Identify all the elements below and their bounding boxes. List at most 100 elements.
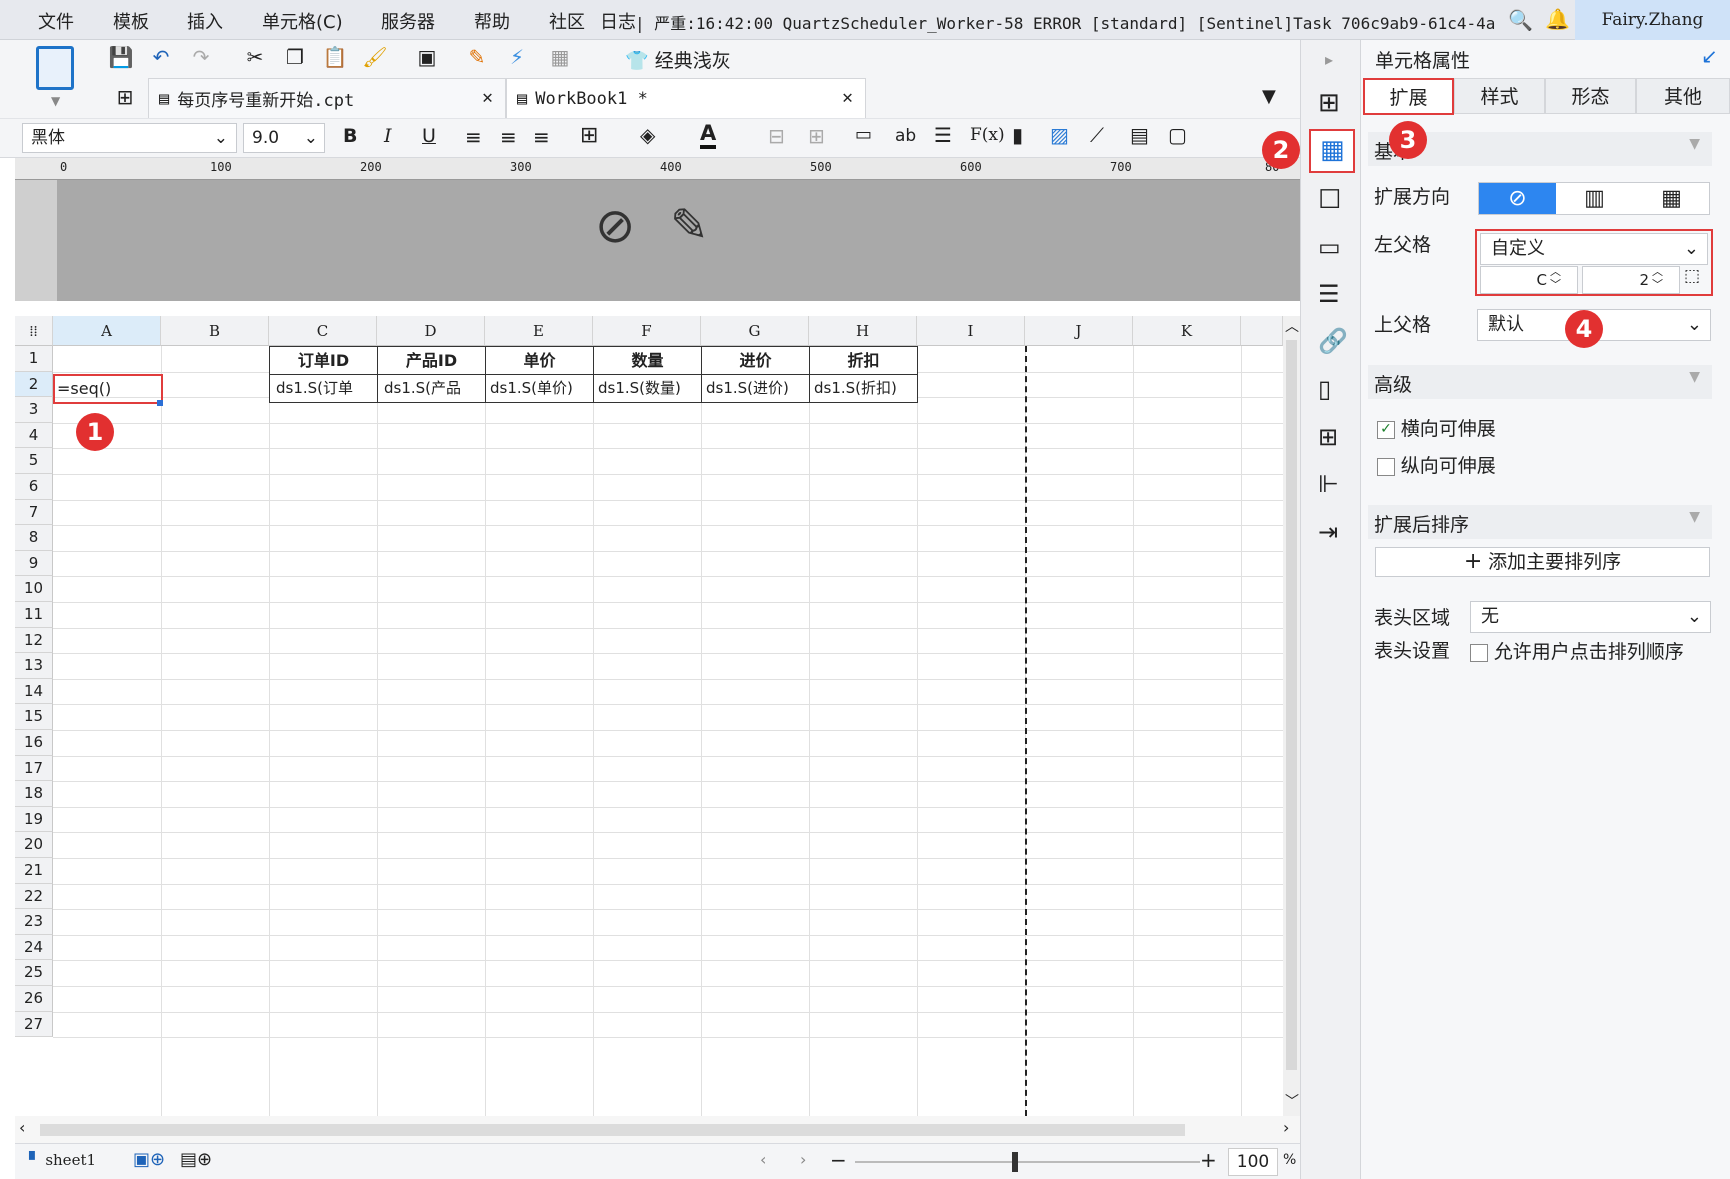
formula-icon[interactable]: F(x) [970, 125, 1005, 145]
row-header[interactable]: 11 [15, 602, 53, 628]
zoom-slider[interactable] [855, 1161, 1200, 1163]
tab-expand[interactable]: 扩展 [1363, 78, 1454, 115]
close-icon[interactable]: ✕ [482, 87, 493, 108]
menu-file[interactable]: 文件 [38, 8, 74, 34]
h-extend-checkbox[interactable]: ✓ 横向可伸展 [1377, 414, 1496, 441]
cell-e1[interactable]: 单价 [485, 346, 594, 375]
row-header[interactable]: 9 [15, 550, 53, 577]
column-header[interactable]: B [161, 316, 269, 346]
checkbox[interactable] [1470, 644, 1488, 662]
tab-menu-icon[interactable]: ▼ [1262, 86, 1276, 107]
cell-d2[interactable]: ds1.S(产品 [377, 374, 486, 403]
insert-image-icon[interactable]: ▨ [1050, 123, 1069, 147]
save-icon[interactable]: 💾 [108, 44, 134, 70]
left-row-input[interactable]: 2 [1582, 266, 1680, 294]
no-expand-icon[interactable]: ⊘ [1479, 183, 1556, 214]
merge-icon[interactable]: ⊟ [768, 124, 785, 148]
row-header[interactable]: 8 [15, 525, 53, 551]
row-header[interactable]: 21 [15, 858, 53, 884]
cell-d1[interactable]: 产品ID [377, 346, 486, 375]
row-header[interactable]: 5 [15, 448, 53, 474]
unmerge-icon[interactable]: ⊞ [808, 124, 825, 148]
section-advanced[interactable]: 高级 ▼ [1368, 365, 1712, 399]
format-painter-icon[interactable]: 🖌 [362, 44, 388, 70]
row-header[interactable]: 6 [15, 474, 53, 500]
pin-icon[interactable]: ↙ [1701, 44, 1718, 68]
row-header[interactable]: 16 [15, 730, 53, 756]
spreadsheet-grid[interactable]: ⁞⁞ A B C D E F G H I J K 1 2 3 4 5 6 7 8 9 10 11 12… [15, 316, 1300, 1146]
vertical-expand-icon[interactable]: ▥ [1556, 183, 1633, 214]
template-icon[interactable]: ⊞ [1318, 88, 1340, 118]
cell-a2[interactable]: =seq() [53, 374, 163, 404]
list-icon[interactable]: ☰ [934, 123, 952, 147]
pen-icon[interactable]: ✎ [464, 44, 490, 70]
tab-form[interactable]: 形态 [1545, 78, 1636, 114]
row-header[interactable]: 7 [15, 499, 53, 526]
row-header[interactable]: 19 [15, 806, 53, 833]
redo-icon[interactable]: ↷ [188, 44, 214, 70]
scroll-thumb[interactable] [1286, 340, 1297, 1070]
plugin-icon[interactable]: ⚡ [504, 44, 530, 70]
cell-g2[interactable]: ds1.S(进价) [701, 374, 810, 403]
border-icon[interactable]: ⊞ [580, 123, 598, 148]
cell-c2[interactable]: ds1.S(订单 [269, 374, 378, 403]
row-header[interactable]: 20 [15, 832, 53, 858]
row-header[interactable]: 25 [15, 960, 53, 986]
stepper-icon[interactable]: ︿ ﹀ [1550, 265, 1561, 291]
tab-style[interactable]: 样式 [1454, 78, 1545, 114]
cell-c1[interactable]: 订单ID [269, 346, 378, 375]
underline-icon[interactable]: U [422, 125, 436, 147]
fill-handle[interactable] [157, 400, 163, 406]
select-all-corner[interactable]: ⁞⁞ [15, 316, 53, 346]
import-icon[interactable]: ⇥ [1318, 518, 1338, 546]
horizontal-expand-icon[interactable]: ▦ [1633, 183, 1710, 214]
cell-e2[interactable]: ds1.S(单价) [485, 374, 594, 403]
column-header[interactable]: D [377, 316, 485, 346]
zoom-in-icon[interactable]: + [1200, 1148, 1217, 1172]
menu-server[interactable]: 服务器 [381, 8, 435, 34]
checkbox[interactable] [1377, 458, 1395, 476]
row-header[interactable]: 1 [15, 346, 53, 372]
row-header[interactable]: 18 [15, 781, 53, 807]
row-header[interactable]: 3 [15, 397, 53, 423]
allow-sort-checkbox[interactable]: 允许用户点击排列顺序 [1470, 637, 1684, 664]
add-sheet-icon[interactable]: ▣⊕ [133, 1149, 165, 1170]
align-center-icon[interactable]: ≡ [500, 125, 517, 149]
collapse-icon[interactable]: ▼ [1689, 509, 1700, 525]
image-icon[interactable]: ▦ [547, 44, 573, 70]
italic-icon[interactable]: I [384, 125, 392, 147]
checkbox-checked[interactable]: ✓ [1377, 421, 1395, 439]
edit-pencil-icon[interactable]: ✎ [670, 198, 709, 252]
zoom-slider-handle[interactable] [1012, 1152, 1018, 1172]
row-header[interactable]: 14 [15, 678, 53, 705]
font-color-icon[interactable]: A [700, 121, 717, 149]
scroll-up-icon[interactable]: ︿ [1285, 316, 1299, 336]
undo-icon[interactable]: ↶ [148, 44, 174, 70]
frozen-icon[interactable]: ⊞ [1318, 423, 1338, 451]
menu-help[interactable]: 帮助 [474, 8, 510, 34]
cut-icon[interactable]: ✂ [242, 44, 268, 70]
column-header[interactable]: K [1133, 316, 1241, 346]
cell-h1[interactable]: 折扣 [809, 346, 918, 375]
tab-file-1[interactable]: ▤ 每页序号重新开始.cpt ✕ [148, 78, 506, 118]
column-header[interactable]: J [1025, 316, 1133, 346]
stepper-icon[interactable]: ︿ ﹀ [1652, 265, 1663, 291]
column-header[interactable]: F [593, 316, 701, 346]
copy-icon[interactable]: ❐ [282, 44, 308, 70]
vertical-scrollbar[interactable]: ︿ ﹀ [1283, 316, 1300, 1116]
cell-h2[interactable]: ds1.S(折扣) [809, 374, 918, 403]
chart-icon[interactable]: ▮ [1012, 123, 1023, 147]
v-extend-checkbox[interactable]: 纵向可伸展 [1377, 451, 1496, 478]
menu-log[interactable]: 日志 [600, 8, 636, 34]
row-header[interactable]: 15 [15, 704, 53, 730]
textfield-icon[interactable]: ▭ [855, 124, 872, 145]
bell-icon[interactable]: 🔔 [1545, 7, 1570, 31]
menu-template[interactable]: 模板 [113, 8, 149, 34]
row-header[interactable]: 27 [15, 1011, 53, 1038]
collapse-icon[interactable]: ▼ [1689, 136, 1700, 152]
scroll-thumb[interactable] [40, 1124, 1185, 1136]
menu-cell[interactable]: 单元格(C) [262, 8, 343, 34]
cell-attr-button[interactable]: ▦ [1309, 129, 1355, 173]
fill-color-icon[interactable]: ◈ [640, 123, 655, 147]
cell-f2[interactable]: ds1.S(数量) [593, 374, 702, 403]
